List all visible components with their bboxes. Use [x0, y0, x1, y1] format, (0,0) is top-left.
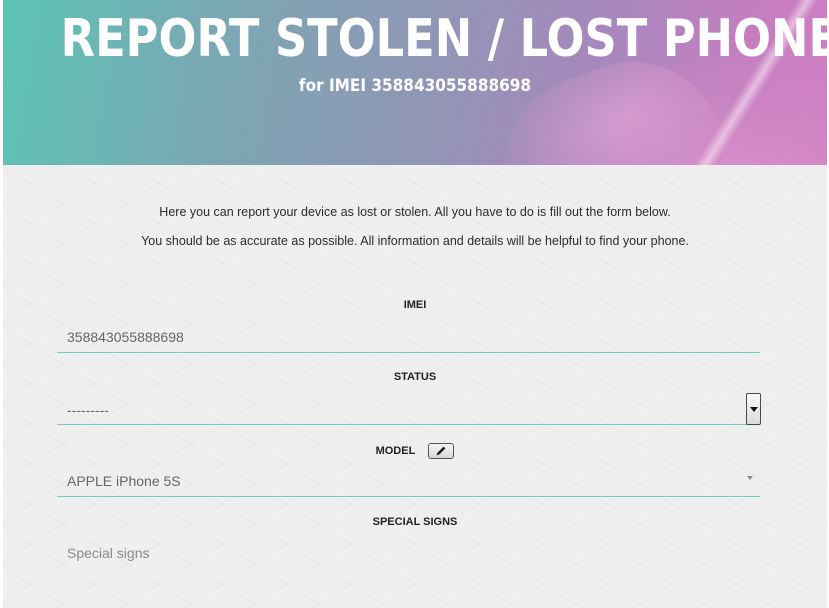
caret-down-icon [747, 476, 753, 480]
subtitle-prefix: for IMEI [298, 76, 367, 96]
status-select[interactable]: --------- [57, 393, 761, 425]
subtitle-imei: 358843055888698 [371, 76, 532, 96]
edit-model-button[interactable] [428, 442, 455, 459]
report-form-section: Here you can report your device as lost … [3, 165, 827, 608]
special-signs-placeholder: Special signs [67, 545, 150, 561]
special-signs-label: SPECIAL SIGNS [372, 516, 458, 528]
special-signs-field[interactable]: Special signs [57, 539, 760, 569]
imei-field-value: 358843055888698 [67, 329, 184, 345]
model-label: MODEL [375, 444, 416, 457]
model-select-value: APPLE iPhone 5S [67, 473, 181, 489]
model-select[interactable]: APPLE iPhone 5S [57, 467, 760, 497]
page: REPORT STOLEN / LOST PHONE for IMEI 3588… [0, 0, 829, 608]
status-label: STATUS [393, 371, 437, 383]
hero-banner: REPORT STOLEN / LOST PHONE for IMEI 3588… [3, 0, 827, 165]
chevron-down-icon[interactable] [746, 393, 761, 425]
imei-field[interactable]: 358843055888698 [57, 323, 760, 353]
page-subtitle: for IMEI 358843055888698 [44, 74, 786, 98]
intro-text-line-1: Here you can report your device as lost … [159, 205, 671, 219]
intro-text-line-2: You should be as accurate as possible. A… [141, 234, 689, 248]
status-select-value: --------- [67, 402, 109, 418]
imei-label: IMEI [403, 299, 427, 311]
pencil-icon [436, 446, 446, 455]
model-label-row: MODEL [3, 440, 827, 460]
page-title: REPORT STOLEN / LOST PHONE [60, 9, 827, 69]
